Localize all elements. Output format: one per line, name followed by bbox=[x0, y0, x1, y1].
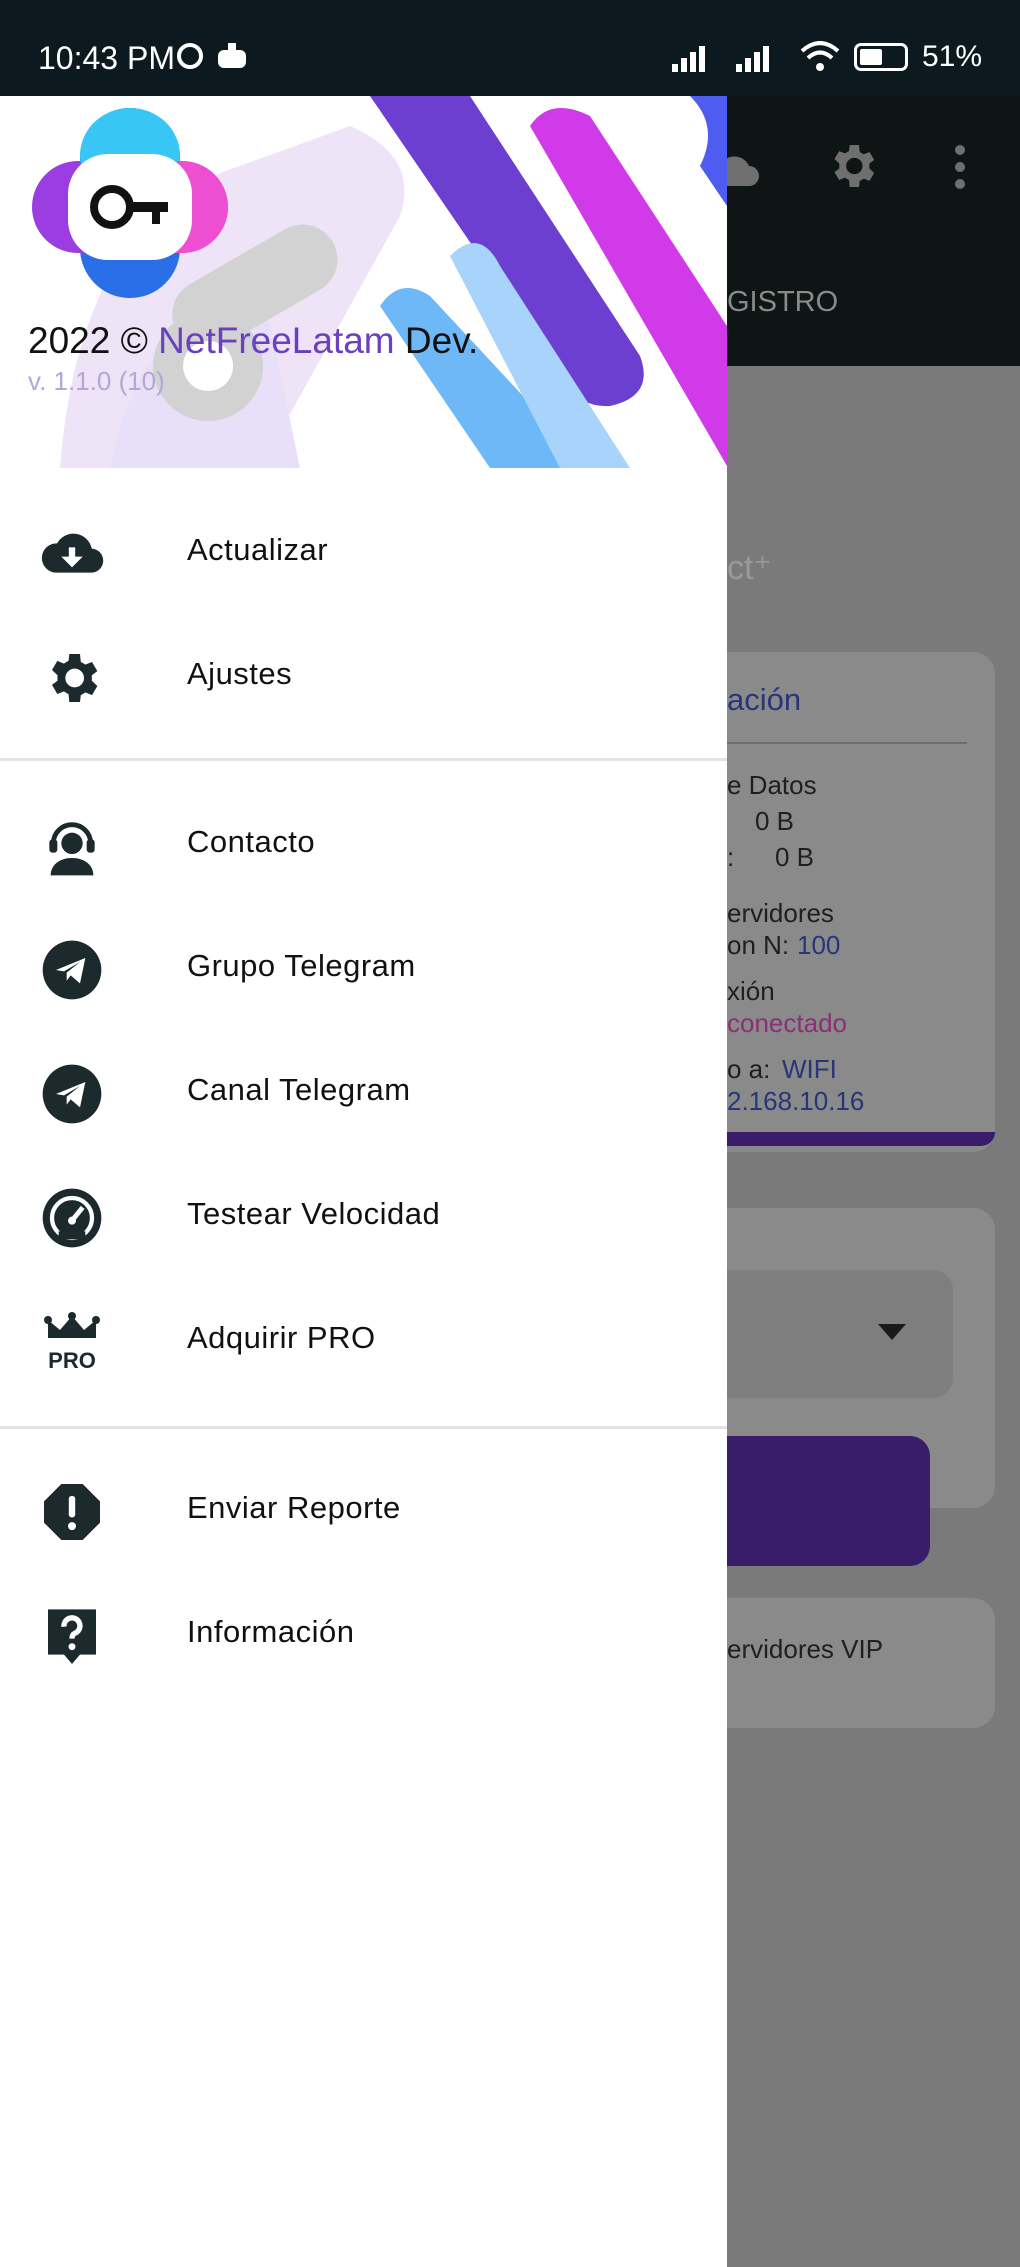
app-version: v. 1.1.0 (10) bbox=[28, 366, 165, 396]
menu-item-grupo-telegram[interactable]: Grupo Telegram bbox=[0, 906, 727, 1030]
menu-label: Enviar Reporte bbox=[187, 1490, 401, 1525]
copyright-suffix: Dev. bbox=[404, 320, 479, 361]
brand-name: NetFreeLatam bbox=[158, 320, 395, 361]
menu-item-adquirir-pro[interactable]: PRO Adquirir PRO bbox=[0, 1278, 727, 1402]
copyright-prefix: 2022 © bbox=[28, 320, 148, 361]
menu-label: Actualizar bbox=[187, 532, 329, 567]
menu-label: Canal Telegram bbox=[187, 1072, 411, 1107]
menu-label: Información bbox=[187, 1614, 355, 1649]
help-icon bbox=[48, 1609, 96, 1664]
menu-label: Testear Velocidad bbox=[187, 1196, 441, 1231]
menu-item-testear-velocidad[interactable]: Testear Velocidad bbox=[0, 1154, 727, 1278]
navigation-drawer: 2022 © NetFreeLatam Dev. v. 1.1.0 (10) A… bbox=[0, 96, 727, 2267]
wifi-icon bbox=[800, 41, 840, 71]
menu-item-actualizar[interactable]: Actualizar bbox=[0, 490, 727, 614]
signal-icon bbox=[671, 46, 705, 72]
vpn-robot-icon bbox=[177, 43, 246, 69]
drawer-header: 2022 © NetFreeLatam Dev. v. 1.1.0 (10) bbox=[0, 96, 727, 468]
menu-item-contacto[interactable]: Contacto bbox=[0, 782, 727, 906]
battery-icon bbox=[853, 43, 908, 71]
divider bbox=[0, 1426, 727, 1429]
notification-icons bbox=[176, 40, 256, 82]
copyright-text: 2022 © NetFreeLatam Dev. bbox=[28, 320, 478, 362]
status-right: 51% bbox=[671, 40, 982, 74]
more-icon-bg bbox=[955, 145, 965, 189]
telegram-icon bbox=[42, 940, 102, 1000]
menu-item-ajustes[interactable]: Ajustes bbox=[0, 614, 727, 738]
support-agent-icon bbox=[49, 822, 95, 876]
menu-label: Contacto bbox=[187, 824, 316, 859]
divider bbox=[0, 758, 727, 761]
tab-registro: GISTRO bbox=[727, 286, 839, 318]
telegram-icon bbox=[42, 1064, 102, 1124]
pro-badge-text: PRO bbox=[48, 1348, 96, 1373]
menu-item-canal-telegram[interactable]: Canal Telegram bbox=[0, 1030, 727, 1154]
menu-label: Ajustes bbox=[187, 656, 293, 691]
settings-icon-bg bbox=[834, 145, 875, 187]
crown-pro-icon: PRO bbox=[44, 1312, 100, 1373]
menu-item-informacion[interactable]: Información bbox=[0, 1572, 727, 1696]
speedometer-icon bbox=[42, 1188, 102, 1248]
menu-label: Grupo Telegram bbox=[187, 948, 416, 983]
signal-icon-2 bbox=[735, 46, 769, 72]
gear-icon bbox=[52, 654, 98, 702]
cloud-download-icon bbox=[41, 533, 104, 573]
menu-item-enviar-reporte[interactable]: Enviar Reporte bbox=[0, 1448, 727, 1572]
status-bar: 10:43 PM 51% bbox=[0, 0, 1020, 96]
battery-level: 51% bbox=[921, 40, 982, 73]
report-icon bbox=[44, 1484, 100, 1540]
menu-label: Adquirir PRO bbox=[187, 1320, 376, 1355]
dropdown-arrow-icon bbox=[878, 1324, 906, 1340]
status-time: 10:43 PM bbox=[38, 40, 175, 76]
header-graphic bbox=[32, 96, 727, 468]
